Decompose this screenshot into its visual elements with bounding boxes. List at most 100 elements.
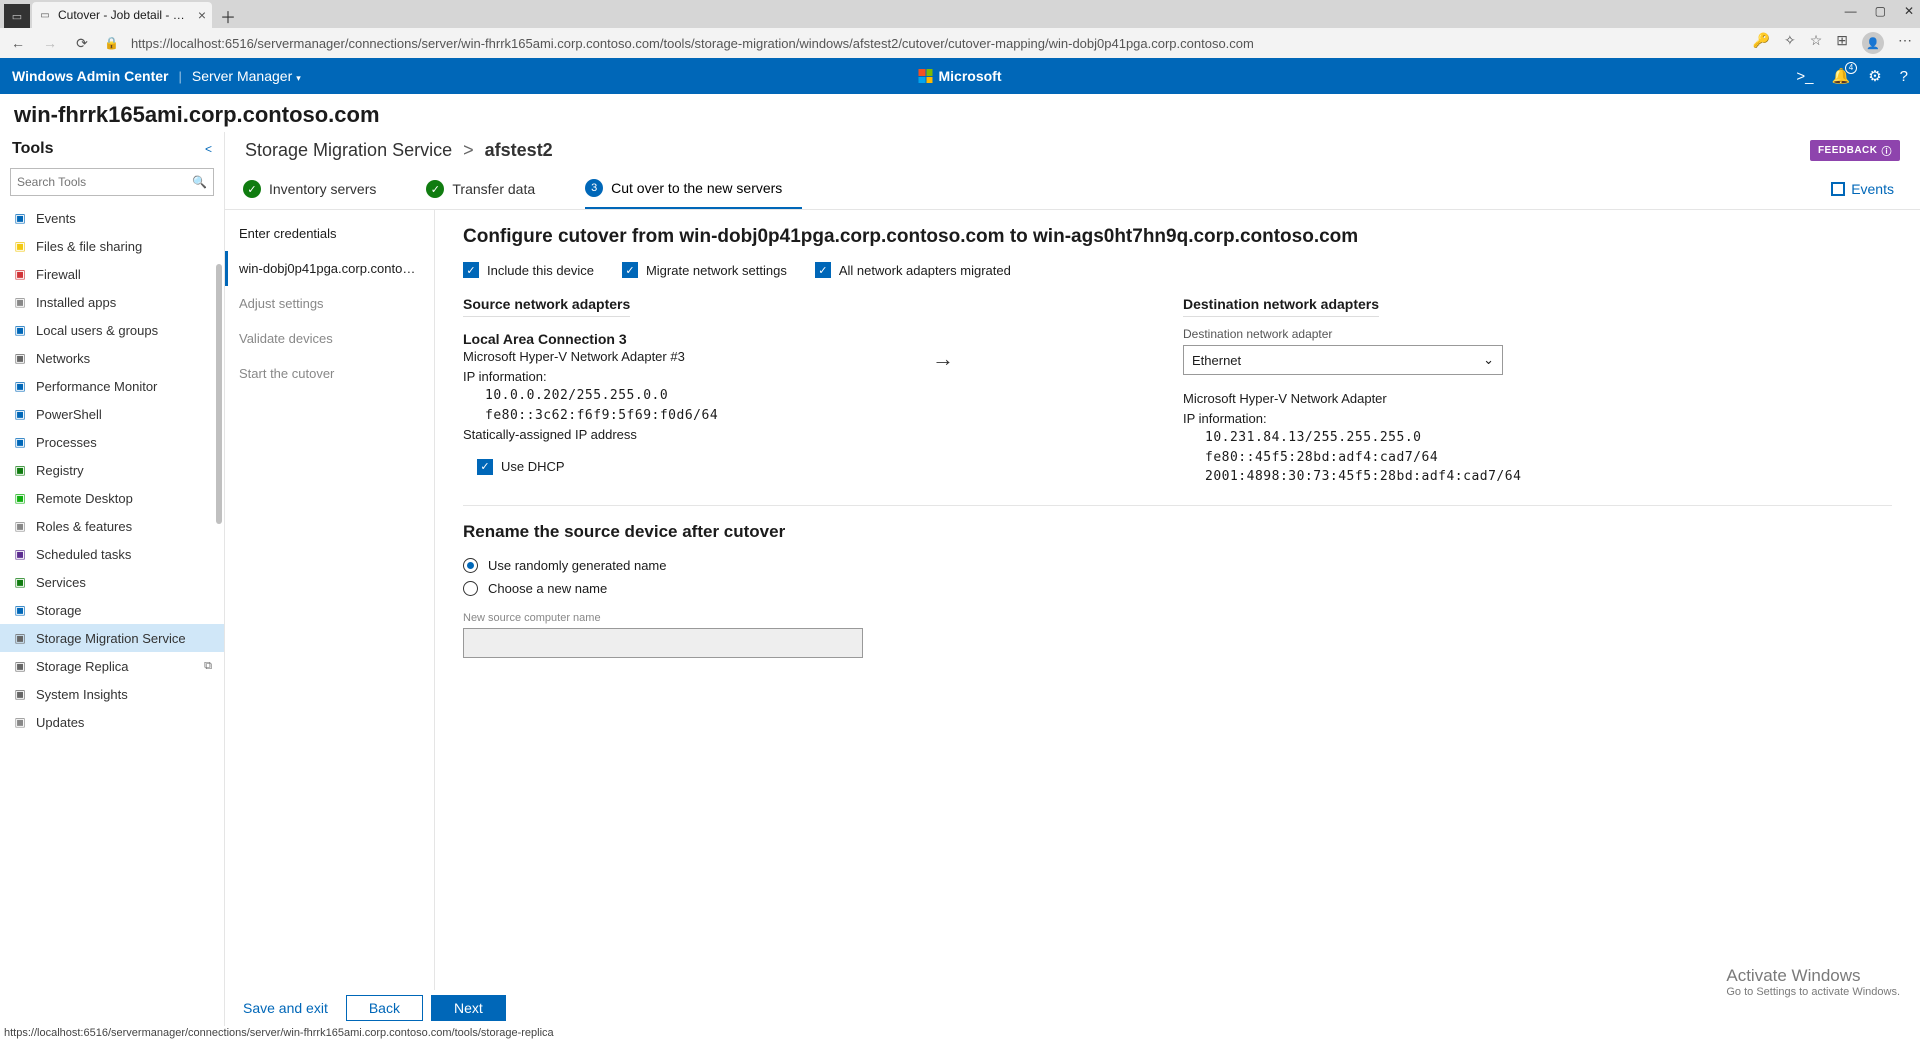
tool-icon: ▣ — [12, 294, 28, 310]
sidebar-item-processes[interactable]: ▣Processes — [0, 428, 224, 456]
site-lock-icon[interactable]: 🔒 — [104, 36, 119, 50]
tab-close-icon[interactable]: × — [198, 8, 206, 22]
close-window-button[interactable]: ✕ — [1904, 4, 1914, 18]
scrollbar-thumb[interactable] — [216, 264, 222, 524]
collapse-tools-icon[interactable]: < — [205, 142, 212, 156]
chk-include-device[interactable]: ✓Include this device — [463, 262, 594, 278]
checkbox-icon: ✓ — [622, 262, 638, 278]
tool-icon: ▣ — [12, 602, 28, 618]
powershell-icon[interactable]: >_ — [1796, 68, 1813, 85]
dest-adapters-heading: Destination network adapters — [1183, 296, 1379, 317]
tools-search-input[interactable] — [17, 175, 186, 189]
step-transfer[interactable]: ✓ Transfer data — [426, 170, 555, 208]
chk-use-dhcp[interactable]: ✓Use DHCP — [477, 459, 883, 475]
dest-ip6b: 2001:4898:30:73:45f5:28bd:adf4:cad7/64 — [1205, 467, 1892, 487]
sidebar-item-firewall[interactable]: ▣Firewall — [0, 260, 224, 288]
wizard-substep[interactable]: Enter credentials — [225, 216, 434, 251]
chevron-right-icon: > — [463, 140, 474, 160]
breadcrumb-root[interactable]: Storage Migration Service — [245, 140, 452, 160]
tool-icon: ▣ — [12, 658, 28, 674]
tool-icon: ▣ — [12, 406, 28, 422]
sidebar-item-local-users-groups[interactable]: ▣Local users & groups — [0, 316, 224, 344]
ip-info-label: IP information: — [463, 367, 883, 387]
sidebar-item-storage[interactable]: ▣Storage — [0, 596, 224, 624]
sidebar-item-networks[interactable]: ▣Networks — [0, 344, 224, 372]
new-tab-button[interactable]: ＋ — [216, 4, 240, 28]
tool-icon: ▣ — [12, 378, 28, 394]
help-icon[interactable]: ? — [1900, 68, 1908, 85]
sidebar-item-updates[interactable]: ▣Updates — [0, 708, 224, 736]
tool-icon: ▣ — [12, 546, 28, 562]
source-ip6: fe80::3c62:f6f9:5f69:f0d6/64 — [485, 406, 883, 426]
popout-icon[interactable]: ⧉ — [204, 660, 212, 673]
url-text[interactable]: https://localhost:6516/servermanager/con… — [131, 36, 1741, 51]
minimize-button[interactable]: — — [1845, 4, 1857, 18]
reading-list-icon[interactable]: ✧ — [1784, 32, 1796, 54]
tool-icon: ▣ — [12, 630, 28, 646]
step-inventory[interactable]: ✓ Inventory servers — [243, 170, 396, 208]
arrow-right-icon: → — [903, 296, 983, 372]
sidebar-item-remote-desktop[interactable]: ▣Remote Desktop — [0, 484, 224, 512]
profile-avatar[interactable]: 👤 — [1862, 32, 1884, 54]
sidebar-item-events[interactable]: ▣Events — [0, 204, 224, 232]
collections-icon[interactable]: ⊞ — [1836, 32, 1848, 54]
password-icon[interactable]: 🔑 — [1753, 32, 1770, 54]
step-cutover[interactable]: 3 Cut over to the new servers — [585, 169, 802, 209]
radio-icon — [463, 558, 478, 573]
browser-tab[interactable]: ▭ Cutover - Job detail - Storage Mi × — [32, 2, 212, 28]
refresh-button[interactable]: ⟳ — [72, 35, 92, 52]
events-link[interactable]: Events — [1831, 181, 1902, 197]
tool-icon: ▣ — [12, 238, 28, 254]
settings-icon[interactable]: ⚙ — [1868, 67, 1881, 85]
sidebar-item-registry[interactable]: ▣Registry — [0, 456, 224, 484]
step-number-icon: 3 — [585, 179, 603, 197]
tool-icon: ▣ — [12, 350, 28, 366]
menu-button[interactable]: ⋯ — [1898, 32, 1912, 54]
sidebar-item-files-file-sharing[interactable]: ▣Files & file sharing — [0, 232, 224, 260]
tool-icon: ▣ — [12, 686, 28, 702]
microsoft-brand: Microsoft — [919, 68, 1002, 84]
wac-header: Windows Admin Center | Server Manager▾ M… — [0, 58, 1920, 94]
back-button[interactable]: ← — [8, 35, 28, 51]
sidebar-item-roles-features[interactable]: ▣Roles & features — [0, 512, 224, 540]
sidebar-item-system-insights[interactable]: ▣System Insights — [0, 680, 224, 708]
dest-adapter-field-label: Destination network adapter — [1183, 327, 1892, 341]
tools-search[interactable]: 🔍 — [10, 168, 214, 196]
new-name-label: New source computer name — [463, 612, 1892, 624]
chk-migrate-network[interactable]: ✓Migrate network settings — [622, 262, 787, 278]
save-exit-button[interactable]: Save and exit — [233, 994, 338, 1022]
radio-icon — [463, 581, 478, 596]
tool-icon: ▣ — [12, 574, 28, 590]
tools-list[interactable]: ▣Events▣Files & file sharing▣Firewall▣In… — [0, 204, 224, 1026]
wizard-footer: Save and exit Back Next — [225, 990, 1920, 1026]
chevron-down-icon: ▾ — [296, 73, 301, 83]
wac-product[interactable]: Windows Admin Center — [12, 68, 168, 84]
wizard-substep[interactable]: win-dobj0p41pga.corp.contoso.com... — [225, 251, 434, 286]
edge-app-icon: ▭ — [4, 4, 30, 28]
tool-icon: ▣ — [12, 490, 28, 506]
radio-random-name[interactable]: Use randomly generated name — [463, 554, 1892, 577]
dest-ip4: 10.231.84.13/255.255.255.0 — [1205, 428, 1892, 448]
wizard-substep: Start the cutover — [225, 356, 434, 391]
maximize-button[interactable]: ▢ — [1875, 4, 1886, 18]
sidebar-item-installed-apps[interactable]: ▣Installed apps — [0, 288, 224, 316]
sidebar-item-services[interactable]: ▣Services — [0, 568, 224, 596]
feedback-button[interactable]: FEEDBACK ⓘ — [1810, 140, 1900, 161]
sidebar-item-storage-migration-service[interactable]: ▣Storage Migration Service — [0, 624, 224, 652]
next-button[interactable]: Next — [431, 995, 506, 1021]
tool-icon: ▣ — [12, 322, 28, 338]
tab-strip: ▭ ▭ Cutover - Job detail - Storage Mi × … — [0, 0, 1920, 28]
tool-icon: ▣ — [12, 714, 28, 730]
wac-module[interactable]: Server Manager▾ — [192, 68, 301, 84]
back-button[interactable]: Back — [346, 995, 423, 1021]
static-ip-label: Statically-assigned IP address — [463, 425, 883, 445]
sidebar-item-scheduled-tasks[interactable]: ▣Scheduled tasks — [0, 540, 224, 568]
radio-choose-name[interactable]: Choose a new name — [463, 577, 1892, 600]
favorites-icon[interactable]: ☆ — [1810, 32, 1823, 54]
sidebar-item-storage-replica[interactable]: ▣Storage Replica⧉ — [0, 652, 224, 680]
dest-adapter-select[interactable]: Ethernet ⌄ — [1183, 345, 1503, 375]
sidebar-item-performance-monitor[interactable]: ▣Performance Monitor — [0, 372, 224, 400]
notifications-button[interactable]: 🔔4 — [1832, 67, 1851, 85]
chk-all-adapters[interactable]: ✓All network adapters migrated — [815, 262, 1011, 278]
sidebar-item-powershell[interactable]: ▣PowerShell — [0, 400, 224, 428]
